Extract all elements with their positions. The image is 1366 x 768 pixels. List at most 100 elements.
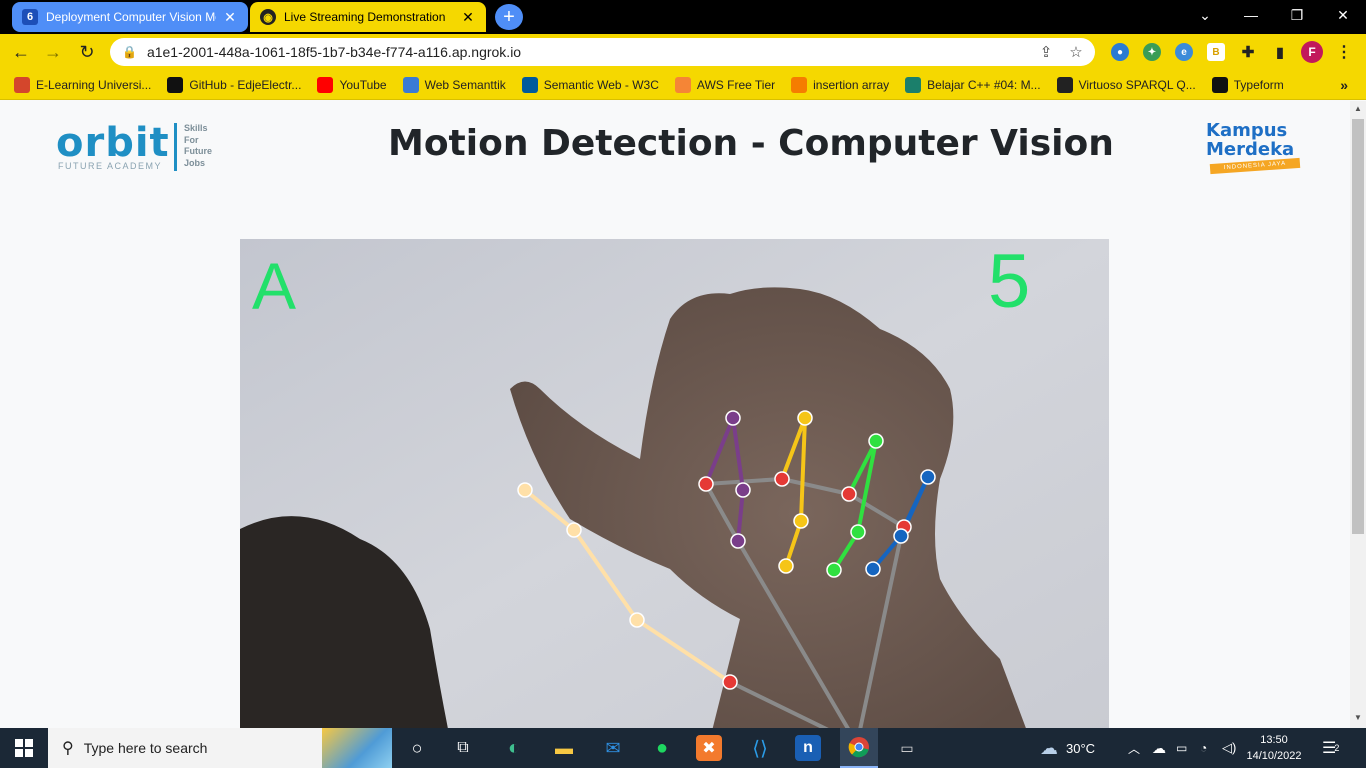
windows-start-button[interactable] (0, 728, 48, 768)
bookmark-label: insertion array (813, 77, 890, 92)
notion-n-icon[interactable]: n (795, 735, 821, 761)
scroll-down-icon[interactable]: ▼ (1354, 713, 1362, 722)
page-scrollbar[interactable]: ▲ ▼ (1350, 101, 1366, 728)
bookmark-item[interactable]: AWS Free Tier (674, 76, 776, 93)
new-tab-button[interactable]: + (495, 4, 523, 30)
mail-icon[interactable]: ✉ (598, 734, 628, 762)
scroll-up-icon[interactable]: ▲ (1354, 104, 1362, 113)
bookmark-label: Semantic Web - W3C (543, 77, 659, 92)
notification-count: 2 (1334, 743, 1340, 753)
volume-icon[interactable]: ◁) (1222, 728, 1236, 768)
landmark-point (698, 476, 714, 492)
cortana-icon[interactable]: ○ (402, 734, 432, 762)
orbit-tagline: Skills For Future Jobs (184, 123, 212, 169)
wifi-icon[interactable]: ◔ (1200, 728, 1207, 768)
bookmark-star-icon[interactable]: ☆ (1065, 43, 1087, 61)
bookmark-item[interactable]: Semantic Web - W3C (521, 76, 659, 93)
chrome-taskbar-icon[interactable] (840, 728, 878, 768)
landmark-point (735, 482, 751, 498)
globe-icon (905, 76, 922, 93)
close-tab-icon[interactable]: ✕ (460, 9, 476, 26)
landmark-point (566, 522, 582, 538)
vscode-icon[interactable]: ⟨⟩ (745, 734, 775, 762)
blogger-icon (791, 76, 808, 93)
tab-search-icon[interactable]: ⌄ (1182, 4, 1228, 26)
file-explorer-icon[interactable]: ▬ (549, 734, 579, 762)
forward-icon[interactable]: → (40, 40, 66, 64)
menu-kebab-icon[interactable]: ⋮ (1335, 43, 1353, 61)
system-clock[interactable]: 13:50 14/10/2022 (1244, 732, 1304, 764)
url-text[interactable]: a1e1-2001-448a-1061-18f5-1b7-b34e-f774-a… (147, 44, 1035, 60)
lock-icon: 🔒 (122, 45, 137, 59)
orbit-divider (174, 123, 177, 171)
tab-title: Deployment Computer Vision Mo (46, 10, 216, 24)
landmark-point (920, 469, 936, 485)
tab-strip: 6 Deployment Computer Vision Mo ✕ ◉ Live… (0, 0, 1366, 34)
taskbar-search-box[interactable]: ⚲ Type here to search (48, 728, 392, 768)
tab-deployment[interactable]: 6 Deployment Computer Vision Mo ✕ (12, 2, 248, 32)
extension-globe-icon[interactable]: ● (1111, 43, 1129, 61)
landmark-point (850, 524, 866, 540)
landmark-point (868, 433, 884, 449)
aws-box-icon (674, 76, 691, 93)
bookmark-label: YouTube (339, 77, 387, 92)
back-icon[interactable]: ← (8, 40, 34, 64)
onedrive-icon[interactable]: ☁ (1152, 728, 1166, 768)
landmark-point (865, 561, 881, 577)
close-tab-icon[interactable]: ✕ (222, 9, 238, 26)
reload-icon[interactable]: ↻ (74, 40, 100, 64)
weather-widget[interactable]: ☁ 30°C (1040, 728, 1095, 768)
terminal-icon[interactable]: ▭ (892, 734, 922, 762)
graduation-cap-icon (14, 76, 30, 93)
landmark-point (517, 482, 533, 498)
landmark-point (893, 528, 909, 544)
bookmark-label: Belajar C++ #04: M... (927, 77, 1041, 92)
tray-chevron-icon[interactable]: ︿ (1128, 728, 1140, 768)
xampp-icon[interactable]: ✖ (696, 735, 722, 761)
profile-avatar[interactable]: F (1301, 41, 1323, 63)
extension-leaf-icon[interactable]: ✦ (1143, 43, 1161, 61)
battery-icon[interactable]: ▭ (1176, 728, 1187, 768)
bookmark-item[interactable]: E-Learning Universi... (14, 76, 151, 93)
bookmark-item[interactable]: insertion array (791, 76, 890, 93)
restore-button[interactable]: ❐ (1274, 4, 1320, 26)
chrome-logo-icon (848, 737, 869, 758)
bookmarks-overflow-icon[interactable]: » (1340, 77, 1348, 93)
youtube-icon (317, 76, 334, 93)
finger-count: 5 (988, 239, 1030, 324)
bookmark-item[interactable]: Web Semanttik (402, 76, 506, 93)
bookmark-item[interactable]: YouTube (317, 76, 387, 93)
tab-live-streaming[interactable]: ◉ Live Streaming Demonstration ✕ (250, 2, 486, 32)
search-placeholder: Type here to search (83, 740, 208, 756)
bookmark-item[interactable]: Typeform (1211, 76, 1284, 93)
bookmark-label: Virtuoso SPARQL Q... (1078, 77, 1196, 92)
notification-center-icon[interactable]: ☰ 2 (1322, 728, 1339, 768)
bookmark-label: GitHub - EdjeElectr... (189, 77, 302, 92)
orbit-logo: orbit FUTURE ACADEMY Skills For Future J… (56, 121, 226, 173)
d-letter-icon (1056, 76, 1073, 93)
kampus-merdeka-logo: Kampus Merdeka INDONESIA JAYA (1204, 120, 1304, 175)
bookmark-label: AWS Free Tier (696, 77, 776, 92)
spotify-icon[interactable]: ● (647, 734, 677, 762)
scrollbar-thumb[interactable] (1352, 119, 1364, 534)
kampus-word: Kampus (1206, 120, 1288, 141)
side-panel-icon[interactable]: ▮ (1271, 43, 1289, 61)
landmark-point (629, 612, 645, 628)
minimize-button[interactable]: — (1228, 4, 1274, 26)
bookmark-label: Web Semanttik (424, 77, 506, 92)
edge-browser-icon[interactable]: ◐ (499, 734, 529, 762)
address-bar[interactable]: 🔒 a1e1-2001-448a-1061-18f5-1b7-b34e-f774… (110, 38, 1095, 66)
extension-b-icon[interactable]: B (1207, 43, 1225, 61)
bookmark-item[interactable]: GitHub - EdjeElectr... (167, 76, 302, 93)
bookmark-item[interactable]: Virtuoso SPARQL Q... (1056, 76, 1196, 93)
windows-taskbar: ⚲ Type here to search ○ ⧉ ◐ ▬ ✉ ● ✖ ⟨⟩ n… (0, 728, 1366, 768)
share-icon[interactable]: ⇪ (1035, 43, 1057, 61)
cloud-icon: ☁ (1040, 737, 1058, 758)
extension-edge-icon[interactable]: e (1175, 43, 1193, 61)
bookmark-item[interactable]: Belajar C++ #04: M... (905, 76, 1041, 93)
close-window-button[interactable]: ✕ (1320, 4, 1366, 26)
landmark-point (797, 410, 813, 426)
extensions-puzzle-icon[interactable]: ✚ (1239, 43, 1257, 61)
orbit-subtitle: FUTURE ACADEMY (58, 161, 163, 171)
task-view-icon[interactable]: ⧉ (448, 734, 478, 762)
